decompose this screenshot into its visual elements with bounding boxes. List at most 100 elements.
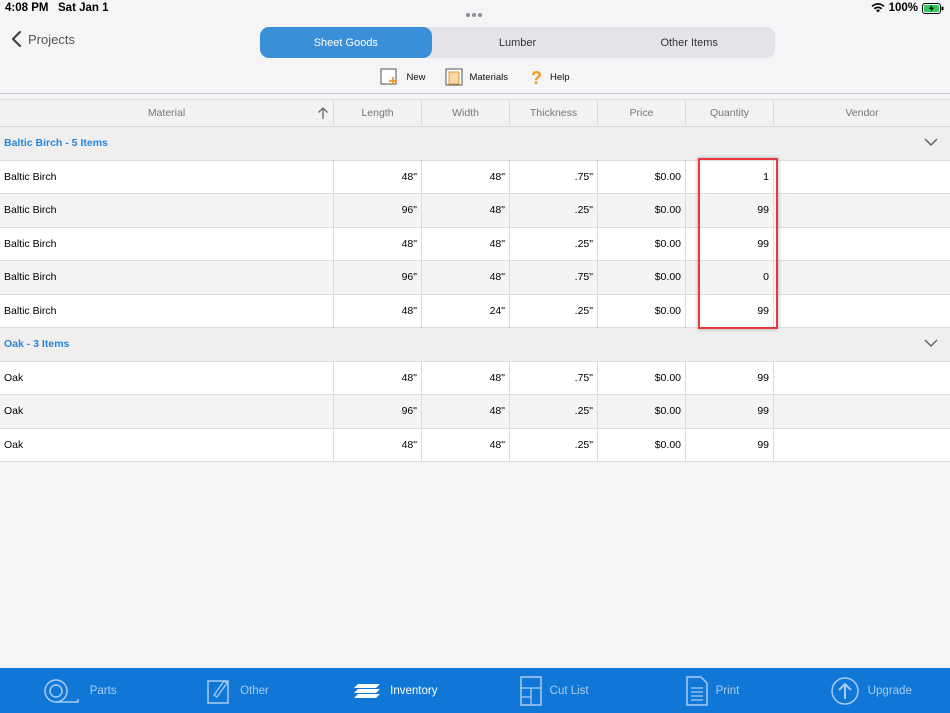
cell-vendor[interactable] [774, 161, 950, 194]
stacked-sheets-icon [354, 683, 381, 698]
column-header-thickness[interactable]: Thickness [510, 100, 598, 126]
cell-thickness: .25" [510, 227, 598, 260]
inventory-table: Material Length Width Thickness Price Qu… [0, 99, 950, 462]
bottom-tab-bar: Parts Other Inventory Cut List Print Upg… [0, 668, 950, 713]
cell-vendor[interactable] [774, 261, 950, 294]
cell-price: $0.00 [598, 194, 686, 227]
tab-upgrade[interactable]: Upgrade [792, 668, 950, 713]
cell-quantity[interactable]: 99 [686, 227, 774, 260]
cell-width: 24" [422, 294, 510, 327]
cell-length: 48" [334, 160, 422, 193]
cell-thickness: .25" [510, 428, 598, 461]
chevron-down-icon[interactable] [924, 338, 938, 348]
cell-thickness: .75" [510, 160, 598, 193]
table-row[interactable]: Baltic Birch 48" 24" .25" $0.00 99 [0, 294, 950, 328]
tab-parts[interactable]: Parts [0, 668, 158, 713]
chevron-left-icon [11, 30, 22, 48]
tab-label: Upgrade [867, 684, 912, 697]
table-row[interactable]: Baltic Birch 48" 48" .25" $0.00 99 [0, 227, 950, 261]
multitasking-dots-icon[interactable] [466, 8, 486, 17]
cell-material: Oak [0, 395, 334, 428]
cut-layout-icon [519, 675, 542, 706]
cell-vendor[interactable] [774, 362, 950, 395]
tab-label: Cut List [549, 684, 589, 697]
document-print-icon [685, 675, 708, 706]
help-label: Help [550, 71, 570, 83]
cell-material: Baltic Birch [0, 160, 334, 193]
table-row[interactable]: Oak 96" 48" .25" $0.00 99 [0, 395, 950, 429]
tab-print[interactable]: Print [633, 668, 791, 713]
materials-icon [445, 68, 463, 86]
cell-vendor[interactable] [774, 395, 950, 428]
cell-material: Oak [0, 361, 334, 394]
cell-thickness: .25" [510, 395, 598, 428]
segment-lumber[interactable]: Lumber [432, 27, 604, 58]
cell-thickness: .75" [510, 261, 598, 294]
column-header-width[interactable]: Width [422, 100, 510, 126]
cell-price: $0.00 [598, 395, 686, 428]
column-header-material[interactable]: Material [0, 100, 334, 126]
wifi-icon [871, 3, 885, 13]
column-header-length[interactable]: Length [334, 100, 422, 126]
cell-price: $0.00 [598, 160, 686, 193]
cell-price: $0.00 [598, 261, 686, 294]
cell-price: $0.00 [598, 428, 686, 461]
cell-vendor[interactable] [774, 228, 950, 261]
table-row[interactable]: Oak 48" 48" .75" $0.00 99 [0, 361, 950, 395]
cell-vendor[interactable] [774, 429, 950, 462]
cell-width: 48" [422, 160, 510, 193]
column-header-price[interactable]: Price [598, 100, 686, 126]
cell-quantity[interactable]: 99 [686, 428, 774, 461]
help-button[interactable]: ? Help [528, 64, 570, 90]
status-bar: 4:08 PM Sat Jan 1 100% [0, 0, 950, 20]
cell-vendor[interactable] [774, 194, 950, 227]
cell-price: $0.00 [598, 227, 686, 260]
group-header-baltic-birch[interactable]: Baltic Birch - 5 Items [0, 127, 950, 161]
sort-arrow-up-icon[interactable] [317, 106, 329, 120]
navigation-bar: Projects Sheet Goods Lumber Other Items [0, 24, 950, 64]
segment-other-items[interactable]: Other Items [603, 27, 775, 58]
cell-quantity[interactable]: 99 [686, 294, 774, 327]
group-header-oak[interactable]: Oak - 3 Items [0, 328, 950, 362]
table-row[interactable]: Baltic Birch 48" 48" .75" $0.00 1 [0, 160, 950, 194]
toolbar-divider [0, 93, 950, 94]
cell-quantity[interactable]: 99 [686, 361, 774, 394]
tab-inventory[interactable]: Inventory [317, 668, 475, 713]
cell-quantity[interactable]: 0 [686, 261, 774, 294]
cell-length: 48" [334, 428, 422, 461]
cell-quantity[interactable]: 99 [686, 395, 774, 428]
cell-material: Baltic Birch [0, 261, 334, 294]
group-title: Baltic Birch - 5 Items [4, 137, 108, 150]
tab-other[interactable]: Other [158, 668, 316, 713]
status-time: 4:08 PM [5, 2, 49, 14]
back-label: Projects [28, 31, 75, 47]
cell-length: 48" [334, 294, 422, 327]
cell-length: 96" [334, 194, 422, 227]
svg-text:?: ? [531, 68, 542, 86]
column-header-vendor[interactable]: Vendor [774, 100, 950, 126]
tab-label: Parts [89, 684, 117, 697]
tab-cut-list[interactable]: Cut List [475, 668, 633, 713]
back-button[interactable]: Projects [10, 30, 75, 48]
table-row[interactable]: Baltic Birch 96" 48" .25" $0.00 99 [0, 194, 950, 228]
tape-measure-icon [43, 678, 79, 703]
table-row[interactable]: Oak 48" 48" .25" $0.00 99 [0, 428, 950, 462]
help-question-icon: ? [531, 68, 542, 86]
chevron-down-icon[interactable] [924, 137, 938, 147]
column-header-quantity[interactable]: Quantity [686, 100, 774, 126]
cell-width: 48" [422, 395, 510, 428]
cell-length: 96" [334, 395, 422, 428]
cell-length: 48" [334, 227, 422, 260]
materials-label: Materials [469, 71, 508, 83]
new-button[interactable]: New [380, 64, 425, 90]
cell-vendor[interactable] [774, 295, 950, 328]
segment-sheet-goods[interactable]: Sheet Goods [260, 27, 432, 58]
cell-quantity[interactable]: 1 [686, 160, 774, 193]
table-row[interactable]: Baltic Birch 96" 48" .75" $0.00 0 [0, 261, 950, 295]
cell-material: Oak [0, 428, 334, 461]
cell-width: 48" [422, 361, 510, 394]
cell-price: $0.00 [598, 294, 686, 327]
cell-width: 48" [422, 428, 510, 461]
cell-quantity[interactable]: 99 [686, 194, 774, 227]
materials-button[interactable]: Materials [445, 64, 508, 90]
